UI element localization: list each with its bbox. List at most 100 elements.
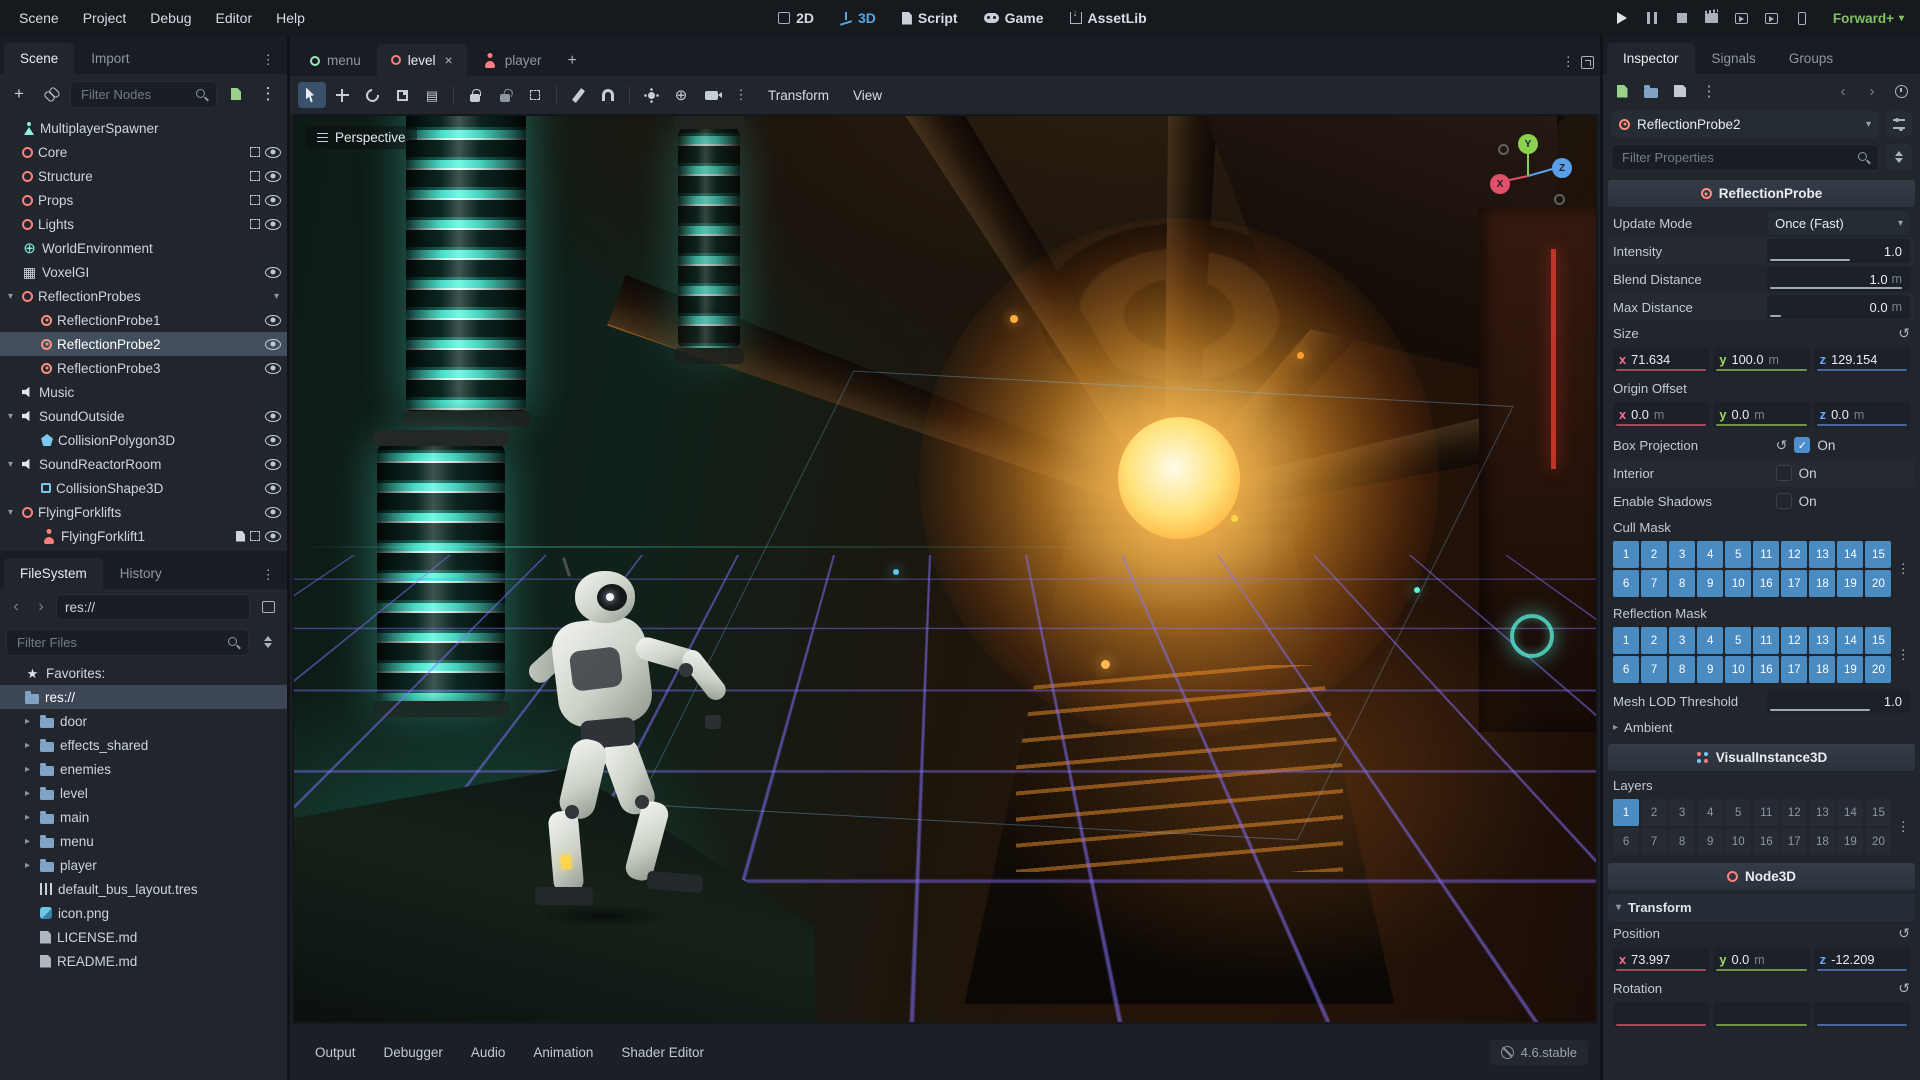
move-tool-button[interactable] (328, 82, 356, 108)
layer-14-cell[interactable]: 14 (1837, 799, 1863, 826)
tab-import[interactable]: Import (75, 43, 145, 74)
layer-19-cell[interactable]: 19 (1837, 570, 1863, 597)
expander-icon[interactable]: ▾ (4, 411, 17, 422)
layer-4-cell[interactable]: 4 (1697, 627, 1723, 654)
box-projection-checkbox[interactable]: ✓ (1794, 437, 1810, 453)
layer-17-cell[interactable]: 17 (1781, 828, 1807, 855)
position-z-field[interactable]: z-12.209 (1814, 947, 1910, 972)
history-forward-button[interactable]: › (1861, 80, 1883, 102)
eye-icon[interactable] (265, 483, 281, 494)
size-x-field[interactable]: x71.634 (1613, 347, 1709, 372)
new-resource-button[interactable] (1611, 80, 1633, 102)
eye-icon[interactable] (265, 459, 281, 470)
viewport-more-button[interactable]: ⋮ (727, 82, 755, 108)
layer-18-cell[interactable]: 18 (1809, 656, 1835, 683)
layer-11-cell[interactable]: 11 (1753, 799, 1779, 826)
layer-18-cell[interactable]: 18 (1809, 828, 1835, 855)
layer-14-cell[interactable]: 14 (1837, 541, 1863, 568)
layer-15-cell[interactable]: 15 (1865, 627, 1891, 654)
layer-20-cell[interactable]: 20 (1865, 570, 1891, 597)
expander-icon[interactable]: ▾ (4, 459, 17, 470)
layer-19-cell[interactable]: 19 (1837, 828, 1863, 855)
interior-checkbox[interactable] (1776, 465, 1792, 481)
enable-shadows-checkbox[interactable] (1776, 493, 1792, 509)
file-item-res[interactable]: res:// (0, 685, 287, 709)
file-item-main[interactable]: ▸main (0, 805, 287, 829)
lock-button[interactable] (461, 82, 489, 108)
layer-12-cell[interactable]: 12 (1781, 799, 1807, 826)
eye-icon[interactable] (265, 147, 281, 158)
history-back-button[interactable]: ‹ (1832, 80, 1854, 102)
viewport-3d[interactable]: Perspective Y Z X (294, 116, 1596, 1022)
layer-3-cell[interactable]: 3 (1669, 799, 1695, 826)
eye-icon[interactable] (265, 411, 281, 422)
layer-16-cell[interactable]: 16 (1753, 570, 1779, 597)
layer-11-cell[interactable]: 11 (1753, 627, 1779, 654)
layer-9-cell[interactable]: 9 (1697, 656, 1723, 683)
version-button[interactable]: 4.6.stable (1490, 1040, 1588, 1065)
object-history-button[interactable] (1890, 80, 1912, 102)
inspector-extra-button[interactable] (1886, 111, 1912, 137)
path-back-button[interactable]: ‹ (6, 596, 26, 618)
file-item-door[interactable]: ▸door (0, 709, 287, 733)
layer-1-cell[interactable]: 1 (1613, 541, 1639, 568)
position-x-field[interactable]: x73.997 (1613, 947, 1709, 972)
layer-8-cell[interactable]: 8 (1669, 828, 1695, 855)
layer-15-cell[interactable]: 15 (1865, 541, 1891, 568)
remote-debug-button[interactable] (1789, 6, 1815, 30)
expander-icon[interactable]: ▾ (4, 291, 17, 302)
layer-4-cell[interactable]: 4 (1697, 799, 1723, 826)
file-item-player[interactable]: ▸player (0, 853, 287, 877)
layer-17-cell[interactable]: 17 (1781, 656, 1807, 683)
tab-inspector[interactable]: Inspector (1607, 43, 1695, 74)
filter-properties-input[interactable] (1620, 149, 1851, 166)
tree-item-lights[interactable]: Lights (0, 212, 287, 236)
resource-options-button[interactable]: ⋮ (1698, 80, 1720, 102)
close-icon[interactable]: × (445, 52, 453, 68)
filesystem-more-button[interactable]: ⋮ (254, 561, 284, 589)
file-item-favorites[interactable]: Favorites: (0, 661, 287, 685)
tree-item-voxelgi[interactable]: VoxelGI (0, 260, 287, 284)
tab-signals[interactable]: Signals (1696, 43, 1772, 74)
menu-project[interactable]: Project (72, 6, 138, 30)
revert-icon[interactable]: ↺ (1776, 437, 1788, 454)
tab-shader-editor[interactable]: Shader Editor (608, 1038, 717, 1067)
tree-item-worldenvironment[interactable]: WorldEnvironment (0, 236, 287, 260)
current-path[interactable]: res:// (56, 594, 250, 620)
play-scene-button[interactable] (1729, 6, 1755, 30)
expander-icon[interactable]: ▸ (21, 740, 34, 751)
file-item-icon-png[interactable]: icon.png (0, 901, 287, 925)
filter-files-input[interactable] (15, 634, 221, 651)
layer-10-cell[interactable]: 10 (1725, 656, 1751, 683)
origin-x-field[interactable]: x0.0m (1613, 402, 1709, 427)
layer-3-cell[interactable]: 3 (1669, 627, 1695, 654)
layer-5-cell[interactable]: 5 (1725, 799, 1751, 826)
file-item-license-md[interactable]: LICENSE.md (0, 925, 287, 949)
layer-18-cell[interactable]: 18 (1809, 570, 1835, 597)
file-sort-button[interactable] (255, 629, 281, 655)
z-axis-handle[interactable]: Z (1552, 158, 1572, 178)
layer-7-cell[interactable]: 7 (1641, 656, 1667, 683)
tab-list-button[interactable]: ⋮ (1562, 54, 1576, 70)
revert-icon[interactable]: ↺ (1898, 980, 1910, 997)
axis-gizmo[interactable]: Y Z X (1482, 130, 1574, 218)
eye-icon[interactable] (265, 195, 281, 206)
layer-6-cell[interactable]: 6 (1613, 656, 1639, 683)
tree-item-music[interactable]: Music (0, 380, 287, 404)
ruler-button[interactable] (564, 82, 592, 108)
layer-10-cell[interactable]: 10 (1725, 828, 1751, 855)
category-visualinstance3d[interactable]: VisualInstance3D (1608, 744, 1915, 771)
layer-4-cell[interactable]: 4 (1697, 541, 1723, 568)
expander-icon[interactable]: ▸ (21, 836, 34, 847)
workspace-script[interactable]: Script (892, 6, 968, 30)
menu-debug[interactable]: Debug (139, 6, 202, 30)
expander-icon[interactable]: ▸ (21, 812, 34, 823)
tree-item-multiplayerspawner[interactable]: MultiplayerSpawner (0, 116, 287, 140)
size-y-field[interactable]: y100.0m (1713, 347, 1809, 372)
list-select-tool-button[interactable] (418, 82, 446, 108)
x-axis-handle[interactable]: X (1490, 174, 1510, 194)
origin-y-field[interactable]: y0.0m (1713, 402, 1809, 427)
layer-11-cell[interactable]: 11 (1753, 541, 1779, 568)
layer-12-cell[interactable]: 12 (1781, 627, 1807, 654)
renderer-selector[interactable]: Forward+▾ (1825, 8, 1912, 29)
